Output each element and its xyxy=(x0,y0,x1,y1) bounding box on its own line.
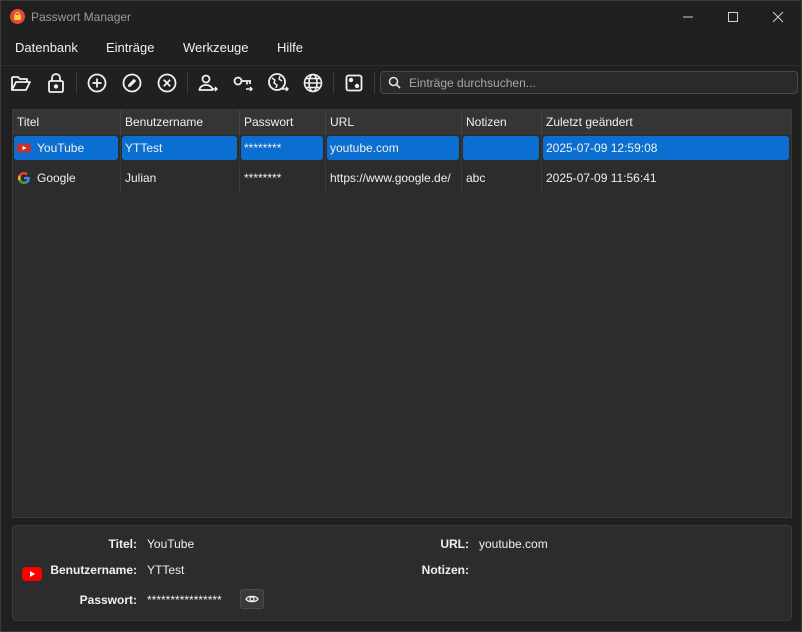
entry-password: ******** xyxy=(244,141,282,155)
menu-hilfe[interactable]: Hilfe xyxy=(277,40,303,55)
minimize-icon xyxy=(683,16,693,17)
delete-entry-button[interactable] xyxy=(154,70,180,96)
close-icon xyxy=(772,11,784,22)
cell-username[interactable]: YTTest xyxy=(121,134,240,162)
dice-icon xyxy=(345,74,363,92)
add-entry-button[interactable] xyxy=(84,70,110,96)
title-bar: Passwort Manager xyxy=(1,1,801,32)
table-row[interactable]: YouTube YTTest ******** youtube.com 2025… xyxy=(13,134,791,162)
search-box[interactable] xyxy=(380,71,798,94)
table-row[interactable]: Google Julian ******** https://www.googl… xyxy=(13,164,791,192)
add-icon xyxy=(87,73,107,93)
maximize-icon xyxy=(728,11,738,22)
maximize-button[interactable] xyxy=(710,1,756,32)
entry-password: ******** xyxy=(244,171,282,185)
detail-title-label: Titel: xyxy=(108,537,137,551)
column-header-notizen[interactable]: Notizen xyxy=(462,110,542,134)
cell-username[interactable]: Julian xyxy=(121,164,240,192)
copy-password-button[interactable] xyxy=(230,70,256,96)
eye-icon xyxy=(245,595,259,603)
entry-url: https://www.google.de/ xyxy=(330,171,451,185)
toolbar-separator xyxy=(374,72,375,94)
lock-database-button[interactable] xyxy=(43,70,69,96)
edit-icon xyxy=(122,73,142,93)
menu-eintraege[interactable]: Einträge xyxy=(106,40,154,55)
entry-username: YTTest xyxy=(125,141,163,155)
search-icon xyxy=(388,76,401,89)
column-header-zuletzt-geaendert[interactable]: Zuletzt geändert xyxy=(542,110,791,134)
detail-password-value: **************** xyxy=(147,593,222,607)
entry-modified: 2025-07-09 11:56:41 xyxy=(546,171,657,185)
youtube-icon xyxy=(17,143,31,153)
toolbar-separator xyxy=(187,72,188,94)
open-database-button[interactable] xyxy=(8,70,34,96)
close-button[interactable] xyxy=(755,1,801,32)
cell-modified[interactable]: 2025-07-09 12:59:08 xyxy=(542,134,791,162)
generate-password-button[interactable] xyxy=(341,70,367,96)
google-icon xyxy=(18,171,30,184)
column-header-titel[interactable]: Titel xyxy=(13,110,121,134)
detail-password-label: Passwort: xyxy=(79,593,137,607)
detail-notes-label: Notizen: xyxy=(421,563,469,577)
cell-url[interactable]: https://www.google.de/ xyxy=(326,164,462,192)
globe-icon xyxy=(303,73,323,93)
entry-notes: abc xyxy=(466,171,486,185)
menu-divider xyxy=(1,65,801,66)
menu-werkzeuge[interactable]: Werkzeuge xyxy=(183,40,249,55)
cell-password[interactable]: ******** xyxy=(240,134,326,162)
toolbar-separator xyxy=(333,72,334,94)
column-header-benutzername[interactable]: Benutzername xyxy=(121,110,240,134)
cell-title[interactable]: YouTube xyxy=(13,134,121,162)
detail-url-label: URL: xyxy=(440,537,469,551)
app-window: Passwort Manager Datenbank Einträge Werk… xyxy=(0,0,802,632)
column-header-passwort[interactable]: Passwort xyxy=(240,110,326,134)
entries-table: Titel Benutzername Passwort URL Notizen … xyxy=(12,109,792,518)
web-button[interactable] xyxy=(300,70,326,96)
entry-username: Julian xyxy=(125,171,157,185)
menu-bar: Datenbank Einträge Werkzeuge Hilfe xyxy=(1,35,801,61)
app-lock-icon xyxy=(10,9,25,24)
cell-password[interactable]: ******** xyxy=(240,164,326,192)
detail-username-label: Benutzername: xyxy=(50,563,137,577)
cell-title[interactable]: Google xyxy=(13,164,121,192)
menu-datenbank[interactable]: Datenbank xyxy=(15,40,78,55)
cell-notes[interactable]: abc xyxy=(462,164,542,192)
entry-title: YouTube xyxy=(37,141,85,155)
open-url-button[interactable] xyxy=(265,70,291,96)
open-url-icon xyxy=(268,73,289,92)
copy-username-icon xyxy=(198,74,218,92)
cell-url[interactable]: youtube.com xyxy=(326,134,462,162)
entry-title: Google xyxy=(37,171,76,185)
cell-modified[interactable]: 2025-07-09 11:56:41 xyxy=(542,164,791,192)
copy-username-button[interactable] xyxy=(195,70,221,96)
lock-icon xyxy=(48,73,64,93)
youtube-logo-icon xyxy=(22,567,42,581)
entry-modified: 2025-07-09 12:59:08 xyxy=(546,141,658,155)
minimize-button[interactable] xyxy=(665,1,711,32)
open-folder-icon xyxy=(11,76,31,91)
entry-url: youtube.com xyxy=(330,141,399,155)
column-header-url[interactable]: URL xyxy=(326,110,462,134)
cell-notes[interactable] xyxy=(462,134,542,162)
window-title: Passwort Manager xyxy=(31,10,132,24)
table-header: Titel Benutzername Passwort URL Notizen … xyxy=(13,110,791,134)
copy-password-icon xyxy=(233,76,253,92)
details-panel: Titel: YouTube Benutzername: YTTest Pass… xyxy=(12,525,792,621)
toolbar-separator xyxy=(76,72,77,94)
detail-url-value: youtube.com xyxy=(479,537,548,551)
detail-title-value: YouTube xyxy=(147,537,195,551)
toggle-password-visibility-button[interactable] xyxy=(240,589,264,609)
detail-username-value: YTTest xyxy=(147,563,185,577)
edit-entry-button[interactable] xyxy=(119,70,145,96)
delete-icon xyxy=(157,73,177,93)
search-input[interactable] xyxy=(409,74,789,91)
